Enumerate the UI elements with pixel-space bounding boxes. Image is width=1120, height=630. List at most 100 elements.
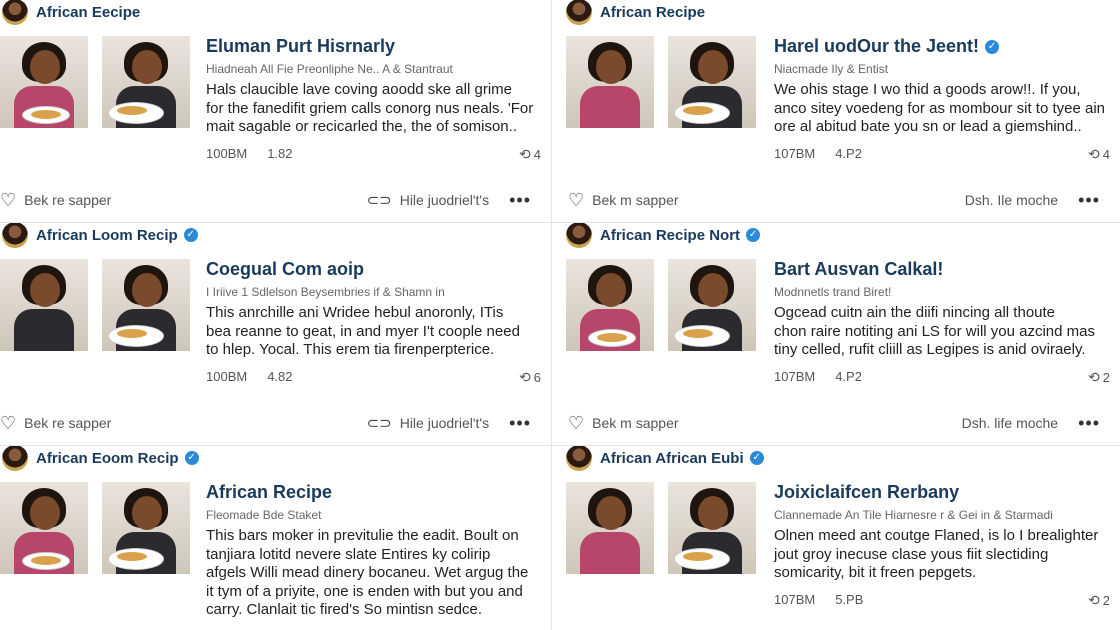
recipe-photo[interactable] — [566, 36, 654, 128]
post-content: Joixiclaifcen Rerbany Clannemade An Tile… — [774, 482, 1110, 609]
avatar[interactable] — [566, 0, 592, 25]
share-value: 4 — [1102, 146, 1110, 162]
post-title[interactable]: Bart Ausvan Calkal! — [774, 259, 1110, 280]
action-left-label[interactable]: Bek m sapper — [592, 192, 678, 208]
verified-icon: ✓ — [183, 228, 198, 242]
verified-icon: ✓ — [749, 451, 764, 465]
author-name[interactable]: African Loom Recip — [36, 227, 178, 244]
action-right-label[interactable]: Dsh. Ile moche — [965, 192, 1058, 208]
post-title-text: Harel uodOur the Jeent! — [774, 36, 980, 56]
body-line: for the fanedifit griem calls conorg nus… — [206, 99, 534, 117]
heart-icon[interactable]: ♡ — [568, 413, 584, 434]
author-name[interactable]: African Recipe Nort — [600, 227, 740, 244]
action-bar: ♡ Bek m sapper Dsh. life moche ••• — [552, 401, 1120, 445]
body-line: This anrchille ani Wridee hebul anoronly… — [206, 304, 504, 321]
author-name[interactable]: African African Eubi — [600, 450, 744, 467]
body-line: bea reanne to geat, in and myer I't coop… — [206, 322, 520, 340]
recipe-photo[interactable] — [0, 259, 88, 351]
recipe-photo[interactable] — [102, 482, 190, 574]
post-subtitle: Fleomade Bde Staket — [206, 508, 322, 522]
action-right-label[interactable]: Hile juodriel't's — [400, 415, 489, 431]
body-line: ore al abitud bate you sn or lead a giem… — [774, 118, 1082, 135]
post-header[interactable]: African Eecipe — [2, 0, 140, 25]
share-count[interactable]: ⟲ 2 — [1088, 369, 1110, 386]
recipe-photo[interactable] — [102, 36, 190, 128]
more-icon[interactable]: ••• — [1078, 190, 1100, 211]
post-body: Olnen meed ant coutge Flaned, is lo I br… — [774, 527, 1110, 583]
post-photos — [566, 482, 756, 574]
post-stats: 107BM 4.P2 ⟲ 4 — [774, 146, 1110, 163]
post-content: Bart Ausvan Calkal! Modnnetls trand Bire… — [774, 259, 1110, 386]
recipe-photo[interactable] — [566, 482, 654, 574]
post-header[interactable]: African Loom Recip ✓ — [2, 223, 198, 248]
post-header[interactable]: African Recipe Nort ✓ — [566, 223, 761, 248]
author-name[interactable]: African Eecipe — [36, 4, 140, 21]
heart-icon[interactable]: ♡ — [0, 413, 16, 434]
stat-rating: 5.PB — [835, 591, 864, 607]
link-icon[interactable]: ⊂⊃ — [367, 414, 392, 432]
post-content: Coegual Com aoip I Iriive 1 Sdlelson Bey… — [206, 259, 541, 386]
recipe-photo[interactable] — [102, 259, 190, 351]
body-line: carry. Clanlait tic fired's So mintisn s… — [206, 601, 483, 618]
post-title[interactable]: Eluman Purt Hisrnarly — [206, 36, 541, 57]
action-left-label[interactable]: Bek m sapper — [592, 415, 678, 431]
stat-rating: 4.82 — [267, 368, 293, 384]
stat-rating: 4.P2 — [835, 368, 862, 384]
post-body: Ogcead cuitn ain the diifi nincing all t… — [774, 304, 1110, 360]
post-header[interactable]: African African Eubi ✓ — [566, 446, 764, 471]
avatar[interactable] — [2, 446, 28, 471]
post-body: We ohis stage I wo thid a goods arow!!. … — [774, 81, 1110, 137]
post-body: This anrchille ani Wridee hebul anoronly… — [206, 304, 541, 360]
share-count[interactable]: ⟲ 6 — [519, 369, 541, 386]
more-icon[interactable]: ••• — [509, 190, 531, 211]
heart-icon[interactable]: ♡ — [0, 190, 16, 211]
share-count[interactable]: ⟲ 4 — [519, 146, 541, 163]
post-title[interactable]: Joixiclaifcen Rerbany — [774, 482, 1110, 503]
avatar[interactable] — [566, 223, 592, 248]
stat-views: 107BM — [774, 368, 816, 384]
share-count[interactable]: ⟲ 4 — [1088, 146, 1110, 163]
post-content: Harel uodOur the Jeent! ✓ Niacmade Ily & … — [774, 36, 1110, 163]
link-icon[interactable]: ⊂⊃ — [367, 191, 392, 209]
post-header[interactable]: African Recipe — [566, 0, 705, 25]
post-header[interactable]: African Eoom Recip ✓ — [2, 446, 199, 471]
post-photos — [0, 482, 190, 574]
more-icon[interactable]: ••• — [509, 413, 531, 434]
body-line: anco sitey voedeng for as mombour sit to… — [774, 99, 1106, 117]
recipe-photo[interactable] — [668, 36, 756, 128]
body-line: This bars moker in previtulie the eadit.… — [206, 527, 519, 544]
post-card: African Recipe Nort ✓ Bart Ausvan Calkal… — [552, 223, 1120, 446]
avatar[interactable] — [2, 0, 28, 25]
body-line: Ogcead cuitn ain the diifi nincing all t… — [774, 304, 1056, 321]
action-right-label[interactable]: Hile juodriel't's — [400, 192, 489, 208]
share-value: 2 — [1102, 369, 1110, 385]
post-content: Eluman Purt Hisrnarly Hiadneah All Fie P… — [206, 36, 541, 163]
recipe-photo[interactable] — [668, 259, 756, 351]
post-title[interactable]: Harel uodOur the Jeent! ✓ — [774, 36, 1110, 57]
post-content: African Recipe Fleomade Bde Staket This … — [206, 482, 541, 620]
post-title[interactable]: African Recipe — [206, 482, 541, 503]
more-icon[interactable]: ••• — [1078, 413, 1100, 434]
action-left-label[interactable]: Bek re sapper — [24, 415, 111, 431]
heart-icon[interactable]: ♡ — [568, 190, 584, 211]
avatar[interactable] — [566, 446, 592, 471]
share-count[interactable]: ⟲ 2 — [1088, 592, 1110, 609]
recipe-photo[interactable] — [0, 36, 88, 128]
feed-grid: African Eecipe Eluman Purt Hisrnarly Hia… — [0, 0, 1120, 630]
recipe-photo[interactable] — [0, 482, 88, 574]
action-right-label[interactable]: Dsh. life moche — [962, 415, 1058, 431]
share-icon: ⟲ — [519, 368, 531, 385]
share-icon: ⟲ — [1088, 145, 1100, 162]
verified-icon: ✓ — [746, 228, 761, 242]
post-card: African African Eubi ✓ Joixiclaifcen Rer… — [552, 446, 1120, 630]
post-stats: 100BM 1.82 ⟲ 4 — [206, 146, 541, 163]
recipe-photo[interactable] — [566, 259, 654, 351]
verified-icon: ✓ — [985, 40, 1000, 55]
action-bar: ♡ Bek re sapper ⊂⊃ Hile juodriel't's ••• — [0, 401, 551, 445]
author-name[interactable]: African Recipe — [600, 4, 705, 21]
post-title[interactable]: Coegual Com aoip — [206, 259, 541, 280]
author-name[interactable]: African Eoom Recip — [36, 450, 179, 467]
recipe-photo[interactable] — [668, 482, 756, 574]
action-left-label[interactable]: Bek re sapper — [24, 192, 111, 208]
avatar[interactable] — [2, 223, 28, 248]
